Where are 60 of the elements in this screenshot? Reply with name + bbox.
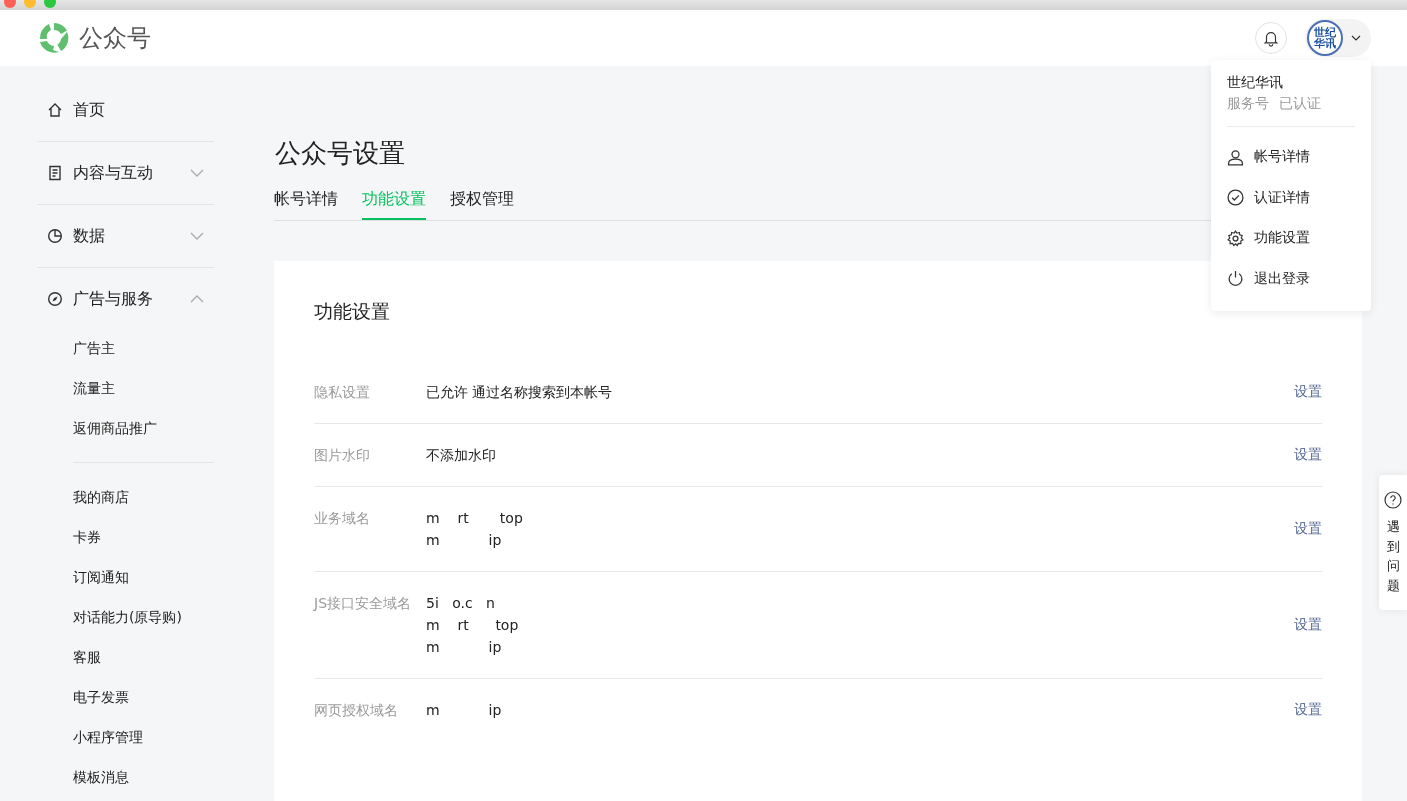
pie-chart-icon — [47, 228, 63, 244]
settings-link[interactable]: 设置 — [1294, 520, 1322, 538]
sidebar-subitem[interactable]: 客服 — [37, 637, 214, 677]
settings-link[interactable]: 设置 — [1294, 446, 1322, 464]
menu-item[interactable]: 帐号详情 — [1227, 136, 1355, 178]
home-icon — [47, 102, 63, 118]
verification-status: 已认证 — [1279, 94, 1321, 113]
settings-link[interactable]: 设置 — [1294, 383, 1322, 401]
sidebar-item[interactable]: 内容与互动 — [37, 142, 214, 204]
sidebar-subitem[interactable]: 卡券 — [37, 517, 214, 557]
user-icon — [1227, 148, 1244, 166]
tab[interactable]: 帐号详情 — [274, 189, 338, 220]
power-icon — [1227, 270, 1244, 288]
sidebar-subitem[interactable]: 对话能力(原导购) — [37, 597, 214, 637]
setting-label: 业务域名 — [314, 509, 371, 528]
logo-icon — [37, 21, 71, 55]
setting-value: m rt top — [426, 509, 523, 528]
setting-value: 5i o.c n — [426, 594, 495, 613]
check-circle-icon — [1227, 189, 1244, 207]
sidebar-subitem[interactable]: 小程序管理 — [37, 717, 214, 757]
account-type: 服务号 — [1227, 94, 1269, 113]
help-icon — [1384, 491, 1402, 509]
setting-value: m ip — [426, 531, 502, 550]
setting-value: m ip — [426, 701, 502, 720]
notification-button[interactable] — [1255, 22, 1287, 54]
menu-item[interactable]: 认证详情 — [1227, 177, 1355, 218]
document-icon — [47, 165, 63, 181]
setting-value: 已允许 通过名称搜索到本帐号 — [426, 383, 613, 402]
settings-link[interactable]: 设置 — [1294, 701, 1322, 719]
setting-label: 图片水印 — [314, 446, 371, 465]
settings-icon — [1227, 229, 1244, 247]
menu-item[interactable]: 退出登录 — [1227, 258, 1355, 300]
sidebar-item[interactable]: 数据 — [37, 205, 214, 267]
menu-item[interactable]: 功能设置 — [1227, 218, 1355, 259]
sidebar-subitem[interactable]: 电子发票 — [37, 677, 214, 717]
tab[interactable]: 授权管理 — [450, 189, 514, 220]
page-title: 公众号设置 — [275, 137, 405, 170]
sidebar-subitem[interactable]: 返佣商品推广 — [37, 408, 214, 448]
setting-value: m rt top — [426, 616, 519, 635]
help-tab[interactable]: 遇到问题 — [1379, 475, 1407, 610]
sidebar-item[interactable]: 首页 — [37, 79, 214, 141]
compass-icon — [47, 291, 63, 307]
sidebar-subitem[interactable]: 我的商店 — [37, 477, 214, 517]
chevron-icon — [1351, 35, 1361, 41]
account-name: 世纪华讯 — [1227, 73, 1284, 92]
setting-label: 网页授权域名 — [314, 701, 399, 720]
setting-value: 不添加水印 — [426, 446, 496, 465]
setting-value: m ip — [426, 638, 502, 657]
sidebar-subitem[interactable]: 广告主 — [37, 328, 214, 368]
card-title: 功能设置 — [314, 299, 390, 324]
account-button[interactable]: 世纪华讯 — [1305, 19, 1371, 57]
sidebar-subitem[interactable]: 流量主 — [37, 368, 214, 408]
sidebar-subitem[interactable]: 模板消息 — [37, 757, 214, 797]
sidebar-subitem[interactable]: 订阅通知 — [37, 557, 214, 597]
settings-link[interactable]: 设置 — [1294, 616, 1322, 634]
bell-icon — [1262, 29, 1280, 47]
setting-label: 隐私设置 — [314, 383, 371, 402]
setting-label: JS接口安全域名 — [314, 594, 412, 613]
app-name: 公众号 — [79, 23, 151, 54]
sidebar-item[interactable]: 广告与服务 — [37, 268, 214, 330]
